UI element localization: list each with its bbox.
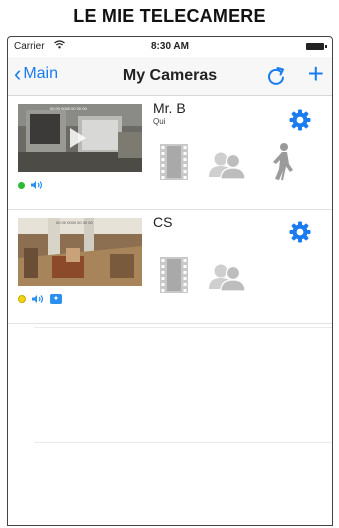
camera-name: CS bbox=[153, 214, 173, 230]
chevron-left-icon: ‹ bbox=[14, 61, 22, 86]
camera-thumbnail[interactable]: 00 00 0000 00 00 00 bbox=[18, 218, 142, 286]
video-clips-icon[interactable] bbox=[159, 143, 189, 181]
contacts-icon[interactable] bbox=[208, 262, 246, 292]
alert-badge-icon: ● bbox=[50, 294, 62, 304]
camera-row[interactable]: 00 00 0000 00 00 00 CS ● bbox=[8, 210, 332, 324]
status-indicators: ● bbox=[18, 294, 62, 304]
phone-screen: Carrier 8:30 AM ‹ Main My Cameras + 00 0… bbox=[7, 36, 333, 526]
sound-icon bbox=[32, 295, 44, 303]
camera-name: Mr. B bbox=[153, 100, 186, 116]
divider bbox=[34, 327, 332, 328]
divider bbox=[34, 442, 332, 443]
navigation-bar: ‹ Main My Cameras + bbox=[8, 57, 332, 96]
online-status-icon bbox=[18, 181, 25, 189]
camera-row[interactable]: 00 00 0000 00 00 00 Mr. B Qui bbox=[8, 96, 332, 210]
video-clips-icon[interactable] bbox=[159, 256, 189, 294]
sound-icon bbox=[31, 181, 43, 189]
back-button[interactable]: ‹ Main bbox=[14, 61, 59, 86]
svg-text:00 00 0000 00 00 00: 00 00 0000 00 00 00 bbox=[50, 106, 87, 111]
svg-text:00 00 0000 00 00 00: 00 00 0000 00 00 00 bbox=[56, 220, 93, 225]
clock: 8:30 AM bbox=[151, 41, 189, 52]
status-bar: Carrier 8:30 AM bbox=[8, 37, 332, 57]
contacts-icon[interactable] bbox=[208, 150, 246, 180]
refresh-icon[interactable] bbox=[264, 64, 288, 88]
battery-icon bbox=[306, 43, 327, 50]
status-indicators bbox=[18, 180, 44, 190]
motion-detection-icon[interactable] bbox=[270, 142, 296, 182]
connecting-status-icon bbox=[18, 295, 26, 303]
camera-subtitle: Qui bbox=[153, 117, 166, 126]
gear-icon[interactable] bbox=[288, 108, 312, 132]
add-camera-button[interactable]: + bbox=[308, 59, 324, 89]
page-title: LE MIE TELECAMERE bbox=[73, 6, 266, 26]
camera-thumbnail[interactable]: 00 00 0000 00 00 00 bbox=[18, 104, 142, 172]
back-label: Main bbox=[23, 65, 59, 82]
gear-icon[interactable] bbox=[288, 220, 312, 244]
